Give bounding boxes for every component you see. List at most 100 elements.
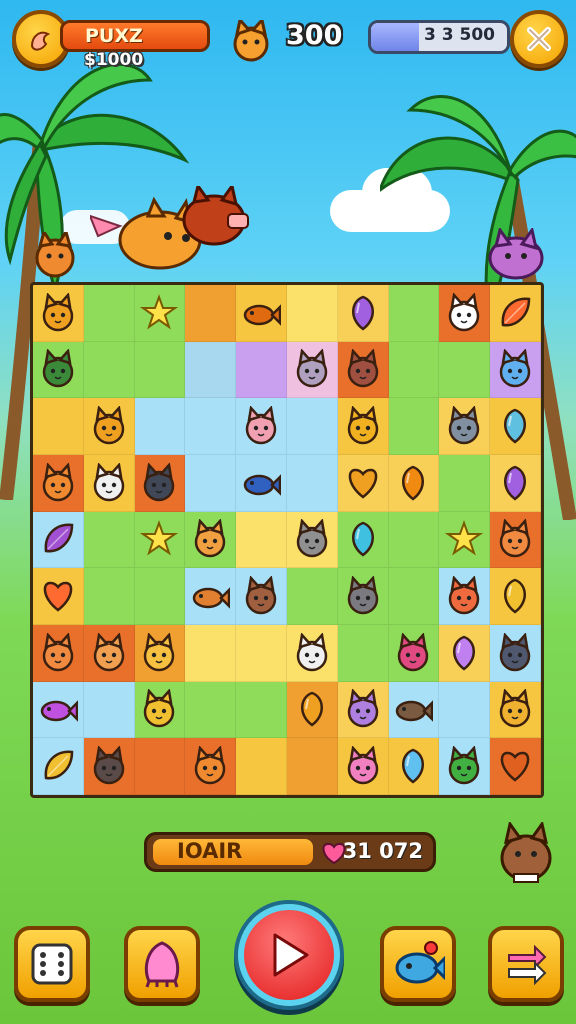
board-cell[interactable]: [439, 568, 491, 625]
board-cell[interactable]: [185, 285, 237, 342]
board-cell[interactable]: [83, 568, 135, 625]
board-cell[interactable]: [388, 341, 440, 399]
board-cell[interactable]: [185, 511, 237, 569]
board-cell[interactable]: [286, 568, 338, 625]
board-cell[interactable]: [83, 511, 135, 569]
board-cell[interactable]: [337, 398, 389, 455]
board-cell[interactable]: [236, 738, 287, 795]
board-cell[interactable]: [439, 341, 491, 399]
board-cell[interactable]: [439, 681, 491, 739]
board-cell[interactable]: [33, 511, 84, 569]
board-cell[interactable]: [83, 398, 135, 455]
board-cell[interactable]: [134, 738, 186, 795]
board-cell[interactable]: [337, 625, 389, 682]
board-cell[interactable]: [83, 738, 135, 795]
board-cell[interactable]: [388, 455, 440, 512]
board-cell[interactable]: [134, 568, 186, 625]
board-cell[interactable]: [388, 625, 440, 682]
board-cell[interactable]: [490, 511, 541, 569]
board-cell[interactable]: [439, 738, 491, 795]
board-cell[interactable]: [490, 568, 541, 625]
board-cell[interactable]: [286, 681, 338, 739]
board-cell[interactable]: [134, 511, 186, 569]
board-cell[interactable]: [185, 681, 237, 739]
board-cell[interactable]: [83, 625, 135, 682]
board-cell[interactable]: [236, 285, 287, 342]
board-cell[interactable]: [134, 681, 186, 739]
dice-button[interactable]: [14, 926, 90, 1002]
board-cell[interactable]: [236, 568, 287, 625]
fish-piece-icon: [243, 304, 282, 326]
board-cell[interactable]: [33, 285, 84, 342]
swap-button[interactable]: [488, 926, 564, 1002]
board-cell[interactable]: [439, 285, 491, 342]
fish-booster-button[interactable]: [380, 926, 456, 1002]
board-cell[interactable]: [286, 738, 338, 795]
board-cell[interactable]: [439, 455, 491, 512]
board-cell[interactable]: [33, 568, 84, 625]
close-button[interactable]: [510, 10, 568, 68]
board-cell[interactable]: [490, 455, 541, 512]
board-cell[interactable]: [490, 625, 541, 682]
board-cell[interactable]: [185, 625, 237, 682]
board-cell[interactable]: [134, 455, 186, 512]
board-cell[interactable]: [83, 341, 135, 399]
board-cell[interactable]: [337, 738, 389, 795]
board-cell[interactable]: [185, 568, 237, 625]
booster-button[interactable]: [124, 926, 200, 1002]
board-cell[interactable]: [388, 398, 440, 455]
board-cell[interactable]: [33, 681, 84, 739]
board-cell[interactable]: [134, 625, 186, 682]
board-cell[interactable]: [134, 398, 186, 455]
board-cell[interactable]: [33, 455, 84, 512]
board-cell[interactable]: [388, 568, 440, 625]
board-cell[interactable]: [83, 455, 135, 512]
play-button[interactable]: [238, 904, 340, 1006]
board-cell[interactable]: [134, 341, 186, 399]
board-cell[interactable]: [83, 285, 135, 342]
board-cell[interactable]: [439, 398, 491, 455]
board-cell[interactable]: [286, 285, 338, 342]
board-cell[interactable]: [337, 681, 389, 739]
board-cell[interactable]: [337, 511, 389, 569]
board-cell[interactable]: [236, 681, 287, 739]
flying-cat-brown: [182, 186, 249, 246]
board-cell[interactable]: [337, 285, 389, 342]
board-cell[interactable]: [286, 625, 338, 682]
board-cell[interactable]: [185, 341, 237, 399]
board-cell[interactable]: [388, 738, 440, 795]
board-cell[interactable]: [490, 398, 541, 455]
board-cell[interactable]: [286, 511, 338, 569]
board-cell[interactable]: [490, 341, 541, 399]
board-cell[interactable]: [33, 738, 84, 795]
board-cell[interactable]: [236, 398, 287, 455]
board-cell[interactable]: [236, 625, 287, 682]
board-cell[interactable]: [388, 681, 440, 739]
cat-piece-icon: [347, 746, 378, 785]
board-cell[interactable]: [185, 455, 237, 512]
board-cell[interactable]: [236, 341, 287, 399]
board-cell[interactable]: [33, 398, 84, 455]
board-cell[interactable]: [236, 455, 287, 512]
board-cell[interactable]: [337, 568, 389, 625]
board-cell[interactable]: [388, 285, 440, 342]
board-cell[interactable]: [490, 681, 541, 739]
board-cell[interactable]: [490, 285, 541, 342]
board-cell[interactable]: [286, 398, 338, 455]
board-cell[interactable]: [185, 738, 237, 795]
board-cell[interactable]: [286, 341, 338, 399]
board-cell[interactable]: [286, 455, 338, 512]
board-cell[interactable]: [33, 625, 84, 682]
board-cell[interactable]: [236, 511, 287, 569]
board-cell[interactable]: [439, 511, 491, 569]
board-cell[interactable]: [337, 455, 389, 512]
board-cell[interactable]: [83, 681, 135, 739]
board-cell[interactable]: [388, 511, 440, 569]
star-piece-icon: [140, 520, 179, 557]
board-cell[interactable]: [185, 398, 237, 455]
board-cell[interactable]: [134, 285, 186, 342]
board-cell[interactable]: [490, 738, 541, 795]
board-cell[interactable]: [337, 341, 389, 399]
board-cell[interactable]: [439, 625, 491, 682]
board-cell[interactable]: [33, 341, 84, 399]
